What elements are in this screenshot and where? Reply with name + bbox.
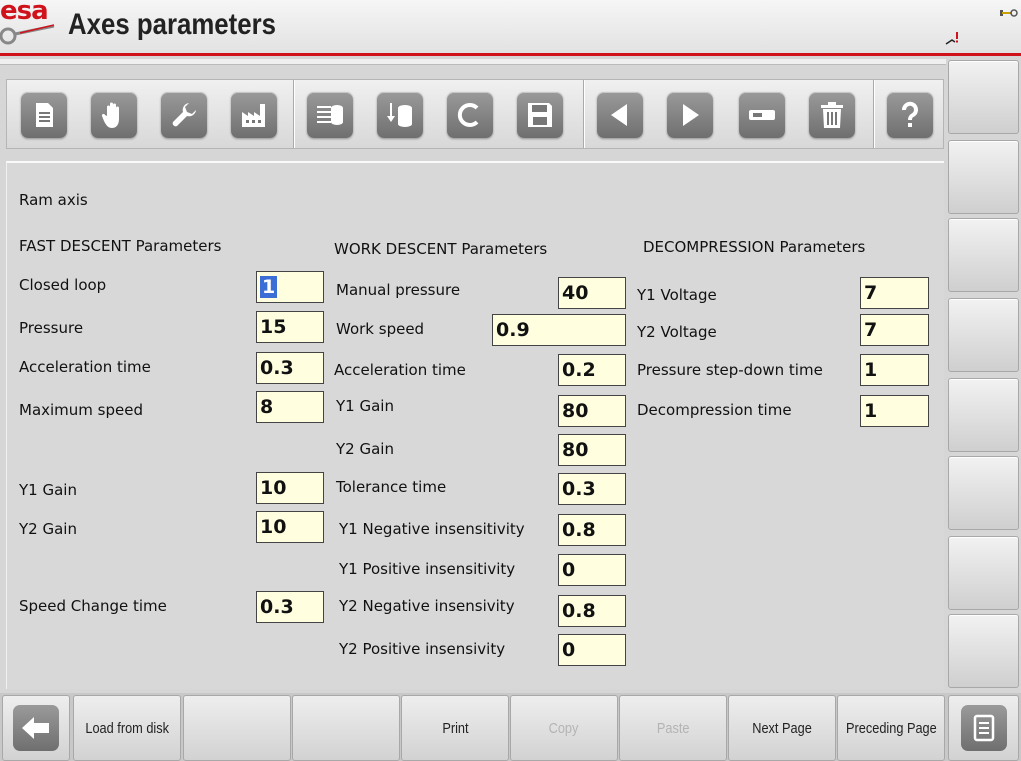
y1-positive-label: Y1 Positive insensitivity xyxy=(339,560,516,578)
y2-voltage-field[interactable]: 7 xyxy=(860,314,929,346)
side-button-6[interactable] xyxy=(948,456,1019,530)
hand-icon[interactable] xyxy=(91,92,137,138)
work-descent-title: WORK DESCENT Parameters xyxy=(334,240,548,258)
side-button-column xyxy=(946,60,1021,693)
trash-icon[interactable] xyxy=(809,92,855,138)
database-transfer-icon[interactable] xyxy=(377,92,423,138)
parameters-panel: Ram axis FAST DESCENT Parameters Closed … xyxy=(6,161,944,689)
tolerance-field[interactable]: 0.3 xyxy=(558,473,626,505)
document-icon[interactable] xyxy=(21,92,67,138)
title-bar: esa Axes parameters xyxy=(0,0,1021,56)
manual-pressure-label: Manual pressure xyxy=(336,281,461,299)
arrow-left-icon[interactable] xyxy=(597,92,643,138)
y1-positive-field[interactable]: 0 xyxy=(558,554,626,586)
header-divider xyxy=(0,59,946,65)
page-title: Axes parameters xyxy=(68,8,276,41)
step-down-label: Pressure step-down time xyxy=(637,361,823,379)
bottom-bar: Load from disk Print Copy Paste Next Pag… xyxy=(0,693,1021,761)
side-button-1[interactable] xyxy=(948,60,1019,134)
y1-negative-label: Y1 Negative insensitivity xyxy=(339,520,525,538)
print-button[interactable]: Print xyxy=(401,695,509,761)
factory-icon[interactable] xyxy=(231,92,277,138)
key-icon xyxy=(1000,9,1018,17)
copy-button[interactable]: Copy xyxy=(510,695,618,761)
arrow-right-icon[interactable] xyxy=(667,92,713,138)
tolerance-label: Tolerance time xyxy=(336,478,447,496)
fast-y2-gain-field[interactable]: 10 xyxy=(256,511,324,543)
side-button-8[interactable] xyxy=(948,614,1019,688)
warning-icon xyxy=(945,32,958,45)
side-button-5[interactable] xyxy=(948,378,1019,452)
esa-logo: esa xyxy=(0,0,58,46)
minus-field-icon[interactable] xyxy=(739,92,785,138)
back-button[interactable] xyxy=(2,695,70,761)
max-speed-label: Maximum speed xyxy=(19,401,143,419)
preceding-page-button[interactable]: Preceding Page xyxy=(837,695,945,761)
next-page-button[interactable]: Next Page xyxy=(728,695,836,761)
work-accel-field[interactable]: 0.2 xyxy=(558,354,626,386)
decompression-time-label: Decompression time xyxy=(637,401,792,419)
y2-negative-field[interactable]: 0.8 xyxy=(558,595,626,627)
y2-positive-field[interactable]: 0 xyxy=(558,634,626,666)
axis-label: Ram axis xyxy=(19,191,88,209)
manual-pressure-field[interactable]: 40 xyxy=(558,277,626,309)
work-y1-gain-label: Y1 Gain xyxy=(336,397,394,415)
pressure-label: Pressure xyxy=(19,319,84,337)
y1-negative-field[interactable]: 0.8 xyxy=(558,514,626,546)
side-button-2[interactable] xyxy=(948,140,1019,214)
fast-accel-label: Acceleration time xyxy=(19,358,151,376)
load-from-disk-button[interactable]: Load from disk xyxy=(73,695,181,761)
decompression-title: DECOMPRESSION Parameters xyxy=(643,238,866,256)
fast-y2-gain-label: Y2 Gain xyxy=(19,520,77,538)
work-speed-field[interactable]: 0.9 xyxy=(492,314,626,346)
speed-change-label: Speed Change time xyxy=(19,597,167,615)
y1-voltage-field[interactable]: 7 xyxy=(860,277,929,309)
work-speed-label: Work speed xyxy=(336,320,425,338)
fast-accel-field[interactable]: 0.3 xyxy=(256,352,324,384)
wrench-icon[interactable] xyxy=(161,92,207,138)
step-down-field[interactable]: 1 xyxy=(860,354,929,386)
back-arrow-icon xyxy=(13,705,59,751)
pressure-field[interactable]: 15 xyxy=(256,311,324,343)
fast-descent-title: FAST DESCENT Parameters xyxy=(19,237,222,255)
y1-voltage-label: Y1 Voltage xyxy=(637,286,717,304)
empty-button-2[interactable] xyxy=(292,695,400,761)
menu-list-icon xyxy=(960,705,1007,751)
menu-button[interactable] xyxy=(948,695,1019,761)
database-list-icon[interactable] xyxy=(307,92,353,138)
y2-voltage-label: Y2 Voltage xyxy=(637,323,717,341)
y2-positive-label: Y2 Positive insensivity xyxy=(339,640,506,658)
empty-button-1[interactable] xyxy=(183,695,291,761)
work-y2-gain-label: Y2 Gain xyxy=(336,440,394,458)
closed-loop-field[interactable]: 1 xyxy=(256,271,324,303)
work-y1-gain-field[interactable]: 80 xyxy=(558,395,626,427)
toolbar xyxy=(6,79,944,149)
decompression-time-field[interactable]: 1 xyxy=(860,395,929,427)
side-button-3[interactable] xyxy=(948,218,1019,292)
work-y2-gain-field[interactable]: 80 xyxy=(558,434,626,466)
paste-button[interactable]: Paste xyxy=(619,695,727,761)
save-icon[interactable] xyxy=(517,92,563,138)
y2-negative-label: Y2 Negative insensivity xyxy=(339,597,515,615)
fast-y1-gain-field[interactable]: 10 xyxy=(256,472,324,504)
work-accel-label: Acceleration time xyxy=(334,361,466,379)
closed-loop-value: 1 xyxy=(260,276,278,298)
max-speed-field[interactable]: 8 xyxy=(256,391,324,423)
help-icon[interactable] xyxy=(887,92,933,138)
speed-change-field[interactable]: 0.3 xyxy=(256,591,324,623)
logo-key-icon xyxy=(0,24,55,45)
side-button-7[interactable] xyxy=(948,536,1019,610)
fast-y1-gain-label: Y1 Gain xyxy=(19,481,77,499)
side-button-4[interactable] xyxy=(948,298,1019,372)
letter-c-icon[interactable] xyxy=(447,92,493,138)
closed-loop-label: Closed loop xyxy=(19,276,107,294)
